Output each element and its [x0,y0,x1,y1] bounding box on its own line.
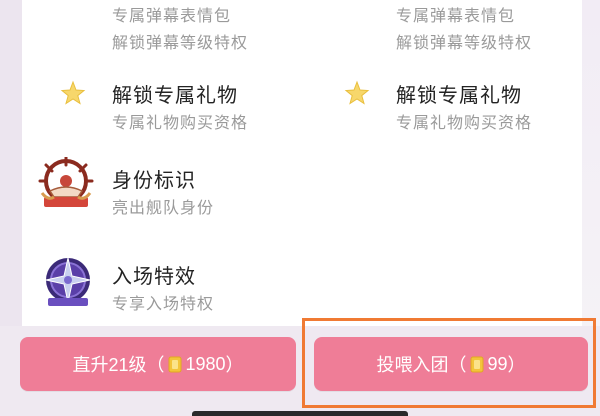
left-gift-title: 解锁专属礼物 [112,83,238,107]
left-danmaku-emoji-text: 专属弹幕表情包 [112,6,232,25]
compass-star-badge-icon [45,257,91,306]
left-identity-title: 身份标识 [112,168,196,192]
highlight-box [302,318,596,408]
right-danmaku-emoji-text: 专属弹幕表情包 [396,6,516,25]
left-identity-subtitle: 亮出舰队身份 [112,198,215,217]
level-up-button[interactable]: 直升21级（ 1980 ） [20,337,296,391]
left-entrance-title: 入场特效 [112,264,196,288]
star-icon [344,80,370,105]
coin-icon [168,356,182,372]
home-indicator [192,411,408,416]
right-gift-subtitle: 专属礼物购买资格 [396,113,533,132]
level-up-amount: 1980 [185,353,226,374]
left-danmaku-level-text: 解锁弹幕等级特权 [112,33,249,52]
star-icon [60,80,86,105]
ship-wheel-badge-icon [38,157,94,207]
level-up-label: 直升21级（ [72,355,165,375]
level-up-suffix: ） [225,355,244,375]
left-entrance-subtitle: 专享入场特权 [112,294,215,313]
right-gift-title: 解锁专属礼物 [396,83,522,107]
left-gift-subtitle: 专属礼物购买资格 [112,113,249,132]
right-danmaku-level-text: 解锁弹幕等级特权 [396,33,533,52]
